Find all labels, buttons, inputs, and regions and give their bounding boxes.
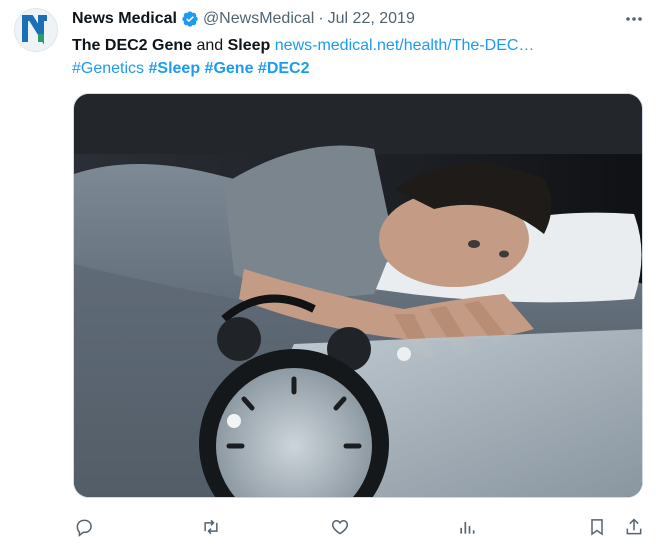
tweet-text-joiner: and [192, 37, 228, 54]
tweet-date[interactable]: Jul 22, 2019 [328, 10, 415, 28]
tweet-text-sleep: Sleep [227, 37, 271, 54]
more-dots-icon[interactable] [624, 10, 644, 28]
tweet-text-title: The DEC2 Gene [72, 37, 193, 54]
sleepless-man-photo [74, 94, 642, 497]
article-link[interactable]: news-medical.net/health/The-DEC… [275, 37, 535, 54]
views-icon[interactable] [455, 515, 479, 539]
tweet-header: News Medical @NewsMedical · Jul 22, 2019 [72, 8, 642, 30]
bookmark-icon[interactable] [585, 515, 609, 539]
tweet-text: The DEC2 Gene and Sleep news-medical.net… [72, 34, 642, 80]
author-handle[interactable]: @NewsMedical [203, 10, 314, 28]
news-medical-logo [22, 15, 47, 45]
retweet-icon[interactable] [199, 515, 223, 539]
verified-badge-icon [181, 10, 199, 28]
tweet-media-image[interactable] [73, 93, 643, 498]
separator-dot: · [318, 10, 324, 27]
author-name[interactable]: News Medical [72, 10, 177, 28]
hashtag-gene[interactable]: #Gene [205, 60, 254, 77]
share-icon[interactable] [622, 515, 646, 539]
tweet-actions-bar [72, 515, 650, 539]
author-avatar[interactable] [14, 8, 58, 52]
hashtag-genetics[interactable]: #Genetics [72, 60, 144, 77]
hashtag-sleep[interactable]: #Sleep [149, 60, 201, 77]
hashtag-dec2[interactable]: #DEC2 [258, 60, 310, 77]
reply-icon[interactable] [72, 515, 96, 539]
like-icon[interactable] [328, 515, 352, 539]
